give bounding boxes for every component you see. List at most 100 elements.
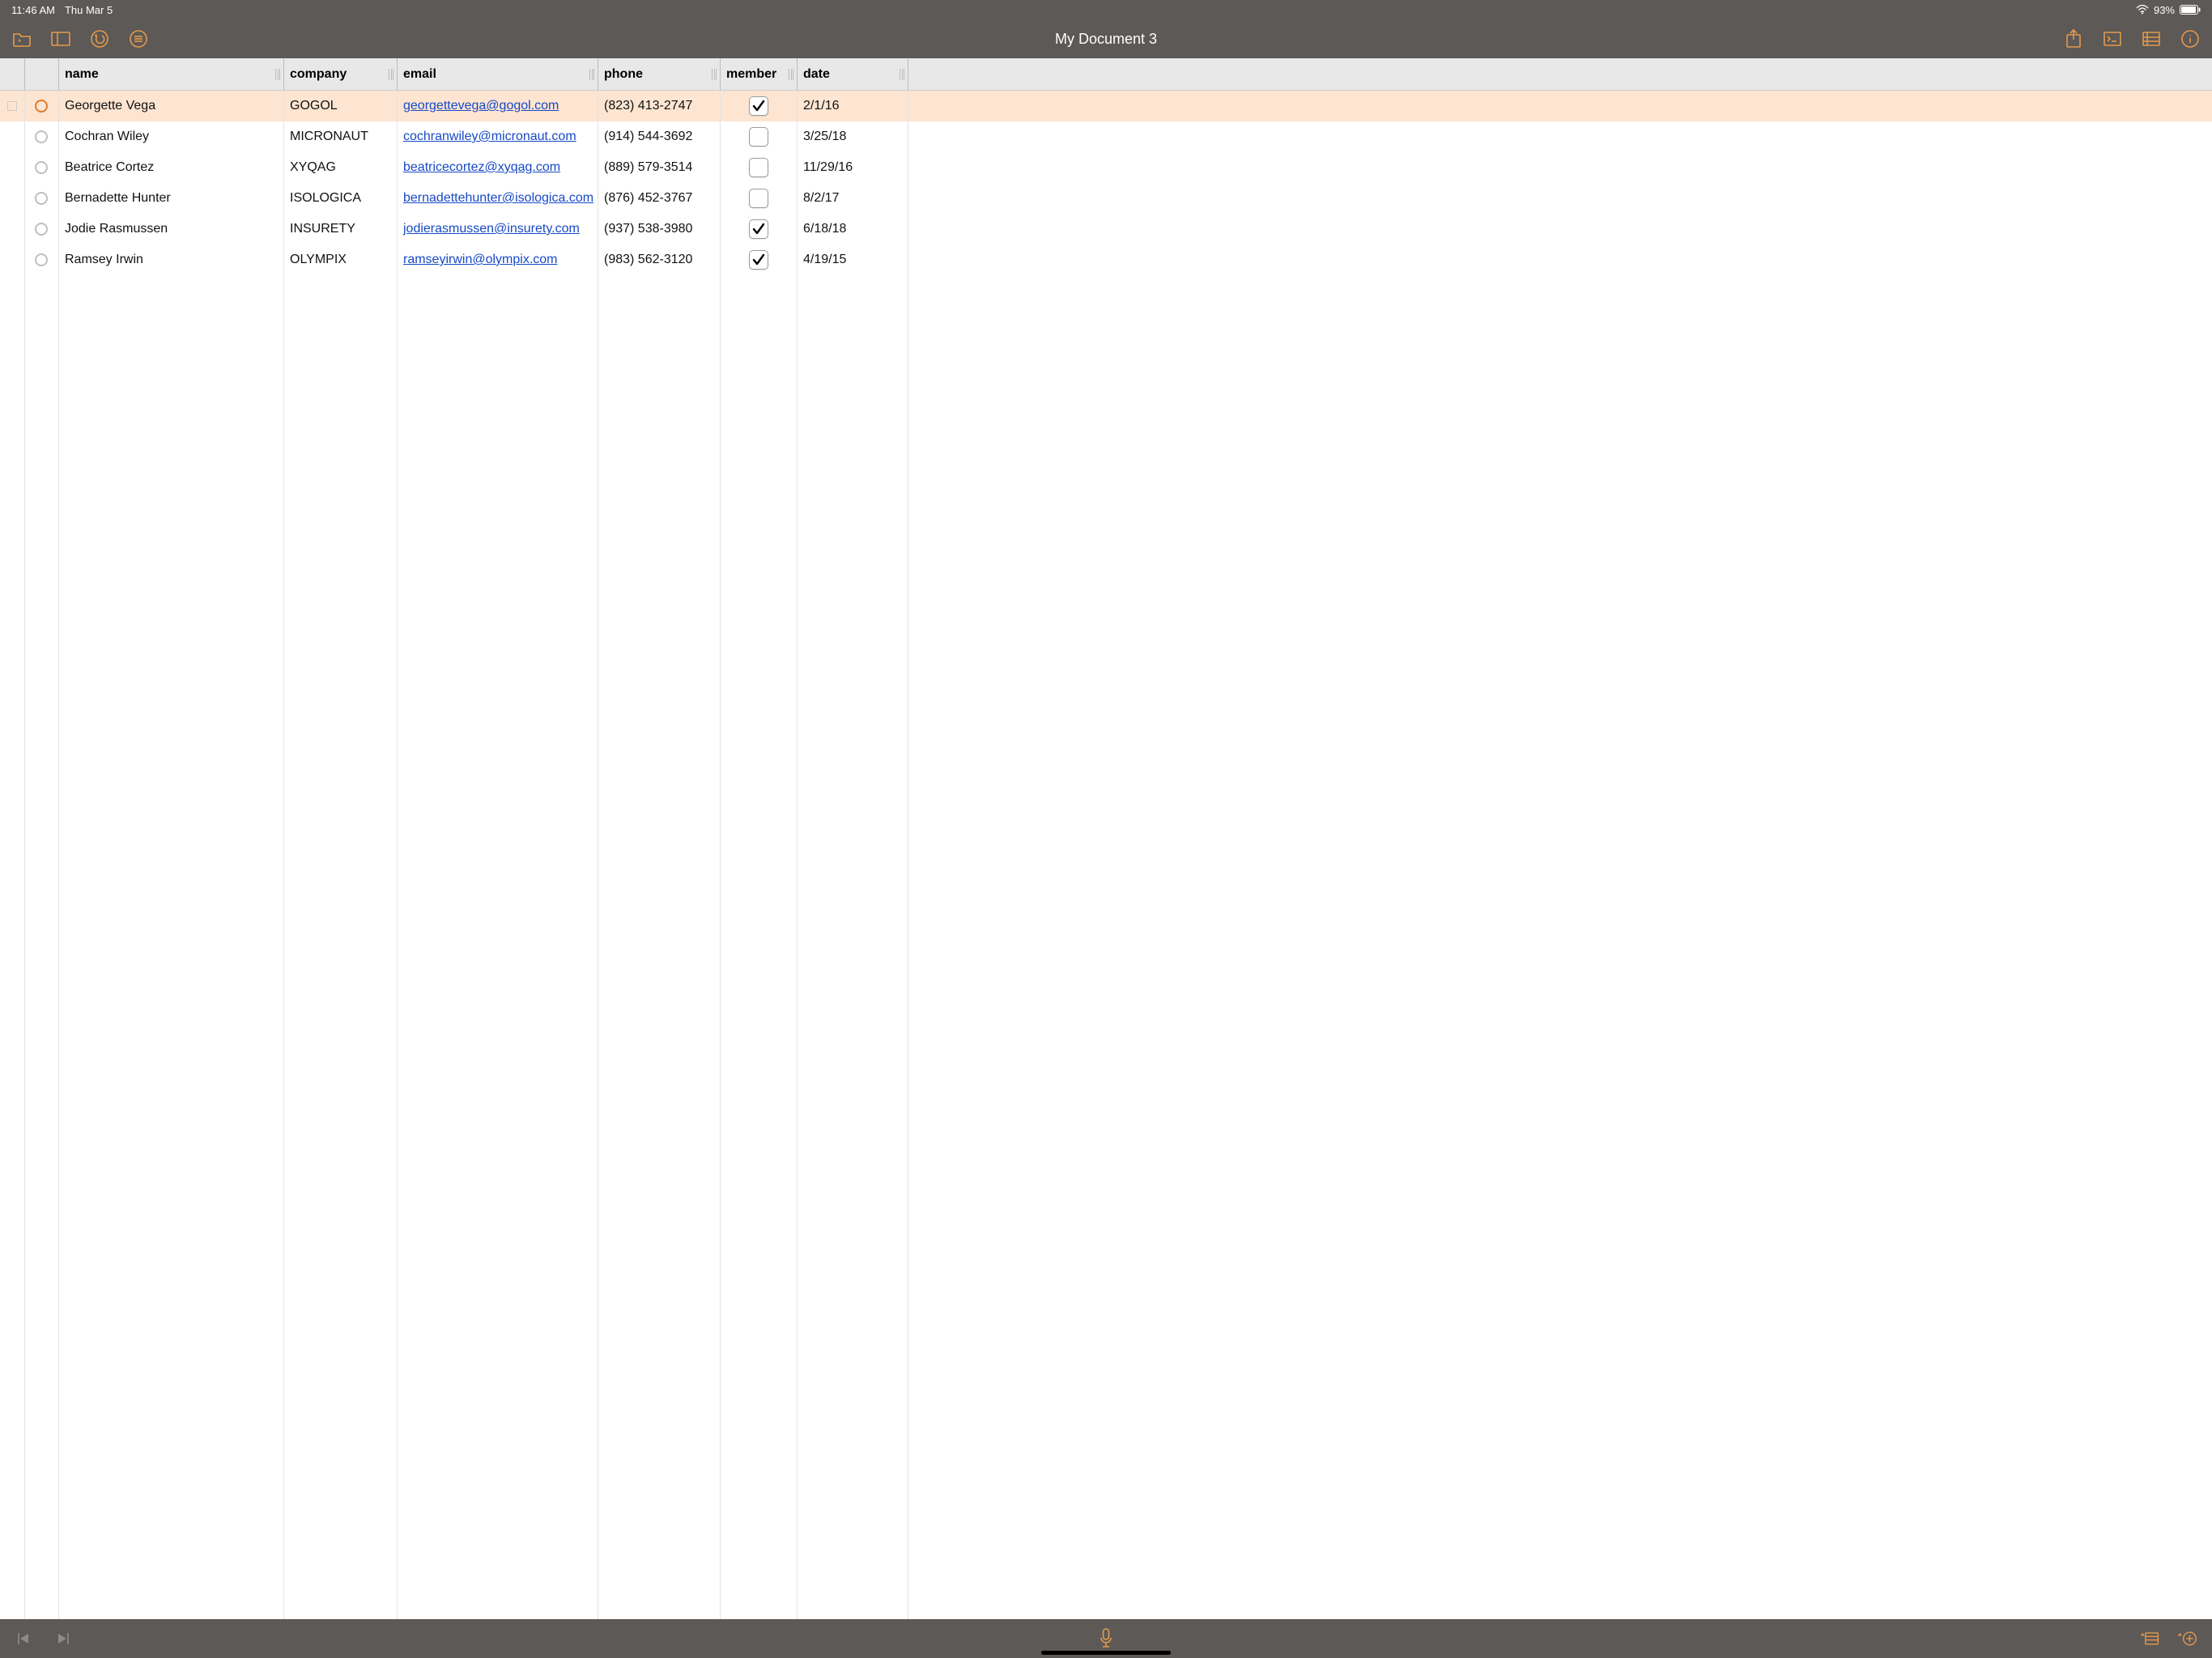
sidebar-toggle-icon[interactable] bbox=[50, 28, 71, 49]
row-radio[interactable] bbox=[24, 214, 58, 244]
row-selector[interactable] bbox=[0, 214, 24, 244]
bottom-bar bbox=[0, 1619, 2212, 1658]
row-selector[interactable] bbox=[0, 121, 24, 152]
header-company[interactable]: company bbox=[283, 58, 397, 90]
cell-date[interactable]: 8/2/17 bbox=[797, 183, 908, 214]
cell-member[interactable] bbox=[720, 152, 797, 183]
status-bar: 11:46 AM Thu Mar 5 93% bbox=[0, 0, 2212, 19]
table-row[interactable]: Beatrice CortezXYQAG beatricecortez@xyqag… bbox=[0, 152, 2212, 183]
cell-date[interactable]: 4/19/15 bbox=[797, 244, 908, 275]
cell-member[interactable] bbox=[720, 183, 797, 214]
cell-email[interactable]: cochranwiley@micronaut.com bbox=[397, 121, 598, 152]
cell-name[interactable]: Ramsey Irwin bbox=[58, 244, 283, 275]
row-selector[interactable] bbox=[0, 183, 24, 214]
checkbox-icon[interactable] bbox=[749, 96, 768, 116]
email-link[interactable]: cochranwiley@micronaut.com bbox=[403, 130, 576, 144]
cell-email[interactable]: beatricecortez@xyqag.com bbox=[397, 152, 598, 183]
cell-member[interactable] bbox=[720, 214, 797, 244]
console-icon[interactable] bbox=[2102, 28, 2123, 49]
home-indicator[interactable] bbox=[1041, 1651, 1171, 1655]
cell-company[interactable]: MICRONAUT bbox=[283, 121, 397, 152]
add-row-icon[interactable] bbox=[2139, 1628, 2160, 1649]
row-selector[interactable] bbox=[0, 244, 24, 275]
documents-icon[interactable] bbox=[11, 28, 32, 49]
header-name[interactable]: name bbox=[58, 58, 283, 90]
cell-company[interactable]: XYQAG bbox=[283, 152, 397, 183]
checkbox-icon[interactable] bbox=[749, 127, 768, 147]
email-link[interactable]: bernadettehunter@isologica.com bbox=[403, 191, 593, 206]
cell-date[interactable]: 6/18/18 bbox=[797, 214, 908, 244]
cell-phone[interactable]: (823) 413-2747 bbox=[598, 91, 720, 121]
checkbox-icon[interactable] bbox=[749, 189, 768, 208]
cell-phone[interactable]: (889) 579-3514 bbox=[598, 152, 720, 183]
row-selector[interactable] bbox=[0, 152, 24, 183]
cell-name[interactable]: Beatrice Cortez bbox=[58, 152, 283, 183]
cell-phone[interactable]: (937) 538-3980 bbox=[598, 214, 720, 244]
table-row[interactable]: Jodie RasmussenINSURETY jodierasmussen@in… bbox=[0, 214, 2212, 244]
cell-email[interactable]: ramseyirwin@olympix.com bbox=[397, 244, 598, 275]
cell-company[interactable]: INSURETY bbox=[283, 214, 397, 244]
checkbox-icon[interactable] bbox=[749, 158, 768, 177]
rows-icon[interactable] bbox=[2141, 28, 2162, 49]
checkbox-icon[interactable] bbox=[749, 250, 768, 270]
checkbox-icon[interactable] bbox=[749, 219, 768, 239]
header-email[interactable]: email bbox=[397, 58, 598, 90]
email-link[interactable]: beatricecortez@xyqag.com bbox=[403, 160, 560, 175]
cell-phone[interactable]: (914) 544-3692 bbox=[598, 121, 720, 152]
first-record-icon[interactable] bbox=[15, 1628, 36, 1649]
add-record-icon[interactable] bbox=[2176, 1628, 2197, 1649]
cell-date[interactable]: 2/1/16 bbox=[797, 91, 908, 121]
cell-date[interactable]: 3/25/18 bbox=[797, 121, 908, 152]
header-member[interactable]: member bbox=[720, 58, 797, 90]
cell-member[interactable] bbox=[720, 91, 797, 121]
row-radio[interactable] bbox=[24, 244, 58, 275]
cell-member[interactable] bbox=[720, 121, 797, 152]
row-radio[interactable] bbox=[24, 121, 58, 152]
cell-empty bbox=[908, 244, 2212, 275]
header-date[interactable]: date bbox=[797, 58, 908, 90]
email-link[interactable]: ramseyirwin@olympix.com bbox=[403, 253, 558, 267]
row-radio[interactable] bbox=[24, 91, 58, 121]
table-row[interactable]: Georgette VegaGOGOL georgettevega@gogol.c… bbox=[0, 91, 2212, 121]
cell-company[interactable]: GOGOL bbox=[283, 91, 397, 121]
cell-email[interactable]: bernadettehunter@isologica.com bbox=[397, 183, 598, 214]
cell-name[interactable]: Cochran Wiley bbox=[58, 121, 283, 152]
menu-icon[interactable] bbox=[128, 28, 149, 49]
cell-name[interactable]: Jodie Rasmussen bbox=[58, 214, 283, 244]
microphone-icon[interactable] bbox=[1095, 1628, 1117, 1649]
cell-email[interactable]: georgettevega@gogol.com bbox=[397, 91, 598, 121]
row-selector[interactable] bbox=[0, 91, 24, 121]
header-phone[interactable]: phone bbox=[598, 58, 720, 90]
header-phone-label: phone bbox=[604, 67, 643, 82]
table-body[interactable]: Georgette VegaGOGOL georgettevega@gogol.c… bbox=[0, 91, 2212, 1619]
cell-email[interactable]: jodierasmussen@insurety.com bbox=[397, 214, 598, 244]
header-company-label: company bbox=[290, 67, 347, 82]
status-battery-pct: 93% bbox=[2154, 4, 2175, 16]
table-row[interactable]: Bernadette HunterISOLOGICA bernadettehunt… bbox=[0, 183, 2212, 214]
radio-icon bbox=[35, 253, 48, 266]
email-link[interactable]: jodierasmussen@insurety.com bbox=[403, 222, 580, 236]
table-row[interactable]: Cochran WileyMICRONAUT cochranwiley@micro… bbox=[0, 121, 2212, 152]
email-link[interactable]: georgettevega@gogol.com bbox=[403, 99, 559, 113]
status-date: Thu Mar 5 bbox=[65, 4, 113, 16]
cell-phone[interactable]: (983) 562-3120 bbox=[598, 244, 720, 275]
row-radio[interactable] bbox=[24, 183, 58, 214]
toolbar: My Document 3 bbox=[0, 19, 2212, 58]
share-icon[interactable] bbox=[2063, 28, 2084, 49]
undo-icon[interactable] bbox=[89, 28, 110, 49]
cell-company[interactable]: OLYMPIX bbox=[283, 244, 397, 275]
last-record-icon[interactable] bbox=[52, 1628, 73, 1649]
row-radio[interactable] bbox=[24, 152, 58, 183]
info-icon[interactable] bbox=[2180, 28, 2201, 49]
cell-member[interactable] bbox=[720, 244, 797, 275]
cell-name[interactable]: Bernadette Hunter bbox=[58, 183, 283, 214]
table-row[interactable]: Ramsey IrwinOLYMPIX ramseyirwin@olympix.c… bbox=[0, 244, 2212, 275]
cell-empty bbox=[908, 121, 2212, 152]
cell-phone[interactable]: (876) 452-3767 bbox=[598, 183, 720, 214]
cell-name[interactable]: Georgette Vega bbox=[58, 91, 283, 121]
header-name-label: name bbox=[65, 67, 99, 82]
header-selector-col bbox=[0, 58, 24, 90]
cell-company[interactable]: ISOLOGICA bbox=[283, 183, 397, 214]
header-date-label: date bbox=[803, 67, 830, 82]
cell-date[interactable]: 11/29/16 bbox=[797, 152, 908, 183]
